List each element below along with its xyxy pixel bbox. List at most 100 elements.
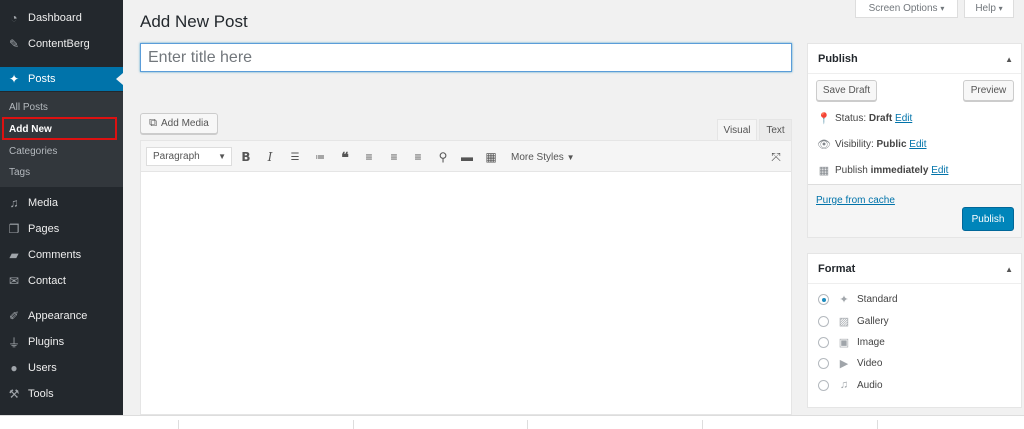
publish-button[interactable]: Publish [962, 207, 1014, 231]
save-draft-button[interactable]: Save Draft [816, 80, 877, 101]
sidebar-item-label: ContentBerg [28, 38, 90, 50]
divider [527, 420, 528, 429]
add-media-icon: ⧉ [149, 117, 158, 129]
collapse-arrow-icon[interactable]: ▲ [1005, 265, 1013, 274]
align-left-icon[interactable]: ≡ [361, 149, 377, 165]
sidebar-item-tools[interactable]: ⚒ Tools [0, 382, 123, 406]
submenu-categories[interactable]: Categories [9, 146, 57, 157]
status-edit-link[interactable]: Edit [895, 113, 912, 124]
editor-content-area[interactable] [140, 172, 792, 415]
link-icon[interactable]: ⚲ [435, 149, 451, 165]
caret-down-icon: ▾ [940, 4, 945, 13]
brush-icon: ✎ [8, 37, 20, 51]
status-row: 📍 Status: Draft Edit [817, 112, 912, 125]
sidebar-item-contentberg[interactable]: ✎ ContentBerg [0, 32, 123, 56]
format-option-image[interactable]: ▣ Image [818, 336, 885, 349]
radio-button[interactable] [818, 379, 829, 391]
sidebar-item-users[interactable]: ● Users [0, 356, 123, 380]
pin-icon: ✦ [8, 72, 20, 86]
radio-button[interactable] [818, 337, 829, 348]
bullet-list-icon[interactable]: ☰ [287, 149, 303, 165]
fullscreen-icon[interactable]: ⤧ [768, 149, 784, 165]
post-title-input[interactable] [140, 43, 792, 72]
save-draft-label: Save Draft [822, 85, 871, 96]
preview-button[interactable]: Preview [963, 80, 1014, 101]
screen-options-label: Screen Options [868, 3, 938, 14]
media-icon: ♫ [9, 196, 19, 210]
help-button[interactable]: Help ▾ [964, 0, 1014, 18]
schedule-edit-link[interactable]: Edit [931, 165, 948, 176]
divider [353, 420, 354, 429]
publish-box-title: Publish [818, 52, 858, 65]
status-value: Draft [868, 113, 893, 124]
tab-visual[interactable]: Visual [717, 119, 757, 140]
sidebar-item-label: Tools [28, 388, 54, 400]
wrench-icon: ⚒ [8, 387, 20, 401]
radio-button[interactable] [818, 358, 829, 369]
highlight-box [2, 117, 117, 140]
pin-icon: 📍 [817, 113, 831, 125]
pages-icon: ❐ [8, 222, 20, 236]
align-right-icon[interactable]: ≡ [410, 149, 426, 165]
radio-button[interactable] [818, 294, 829, 305]
sidebar-item-posts[interactable]: ✦ Posts [0, 67, 123, 91]
blockquote-icon[interactable]: ❝ [337, 149, 353, 165]
read-more-icon[interactable]: ▬ [459, 149, 475, 165]
publish-actions: Purge from cache Publish [808, 184, 1021, 237]
publish-box-header[interactable]: Publish ▲ [808, 44, 1021, 74]
numbered-list-icon[interactable]: ≔ [312, 149, 328, 165]
sidebar-item-label: Comments [28, 249, 82, 261]
sidebar-item-comments[interactable]: ▰ Comments [0, 243, 123, 267]
divider [877, 420, 878, 429]
align-center-icon[interactable]: ≡ [386, 149, 402, 165]
image-icon: ▣ [838, 337, 850, 349]
add-media-button[interactable]: ⧉ Add Media [140, 113, 218, 134]
visibility-value: Public [876, 139, 907, 150]
sidebar-item-media[interactable]: ♫ Media [0, 191, 123, 215]
format-option-label: Standard [857, 294, 898, 305]
preview-label: Preview [970, 85, 1007, 96]
more-styles-dropdown[interactable]: More Styles ▼ [511, 149, 575, 165]
sidebar-item-label: Contact [28, 275, 66, 287]
format-box-header[interactable]: Format ▲ [808, 254, 1021, 284]
format-option-standard[interactable]: ✦ Standard [818, 293, 898, 306]
format-option-audio[interactable]: ♫ Audio [818, 379, 883, 391]
format-option-label: Image [857, 337, 885, 348]
toolbar-toggle-icon[interactable]: ▦ [483, 149, 499, 165]
eye-icon: 👁 [817, 139, 831, 151]
user-icon: ● [10, 361, 18, 375]
schedule-row: ▦ Publish immediately Edit [817, 164, 949, 177]
format-select[interactable]: Paragraph ▼ [146, 147, 232, 166]
caret-down-icon: ▼ [218, 152, 226, 161]
tab-text-label: Text [766, 124, 785, 136]
tab-text[interactable]: Text [759, 119, 792, 140]
format-option-gallery[interactable]: ▨ Gallery [818, 315, 889, 328]
collapse-arrow-icon[interactable]: ▲ [1005, 55, 1013, 64]
sidebar-item-label: Dashboard [28, 12, 82, 24]
divider [702, 420, 703, 429]
format-box-title: Format [818, 262, 856, 275]
italic-icon[interactable]: I [262, 149, 278, 165]
submenu-all-posts[interactable]: All Posts [9, 102, 48, 113]
caret-down-icon: ▼ [566, 152, 575, 162]
submenu-tags[interactable]: Tags [9, 167, 30, 178]
sidebar-item-plugins[interactable]: ⏚ Plugins [0, 330, 123, 354]
screen-options-button[interactable]: Screen Options ▾ [855, 0, 958, 18]
mail-icon: ✉ [8, 274, 20, 288]
gallery-icon: ▨ [838, 316, 850, 328]
visibility-label: Visibility: [835, 139, 874, 150]
sidebar-item-dashboard[interactable]: ◔ Dashboard [0, 6, 123, 30]
publish-box: Publish ▲ Save Draft Preview 📍 Status: D… [807, 43, 1022, 238]
radio-button[interactable] [818, 316, 829, 327]
plug-icon: ⏚ [7, 335, 20, 350]
sidebar-item-contact[interactable]: ✉ Contact [0, 269, 123, 293]
tab-visual-label: Visual [723, 124, 751, 136]
pin-icon: ✦ [839, 294, 849, 306]
sidebar-item-appearance[interactable]: ✐ Appearance [0, 304, 123, 328]
more-styles-label: More Styles [511, 151, 564, 163]
bold-icon[interactable]: B [238, 149, 254, 165]
format-option-video[interactable]: ▶ Video [818, 357, 882, 370]
sidebar-item-pages[interactable]: ❐ Pages [0, 217, 123, 241]
visibility-edit-link[interactable]: Edit [909, 139, 926, 150]
purge-cache-link[interactable]: Purge from cache [816, 195, 895, 206]
